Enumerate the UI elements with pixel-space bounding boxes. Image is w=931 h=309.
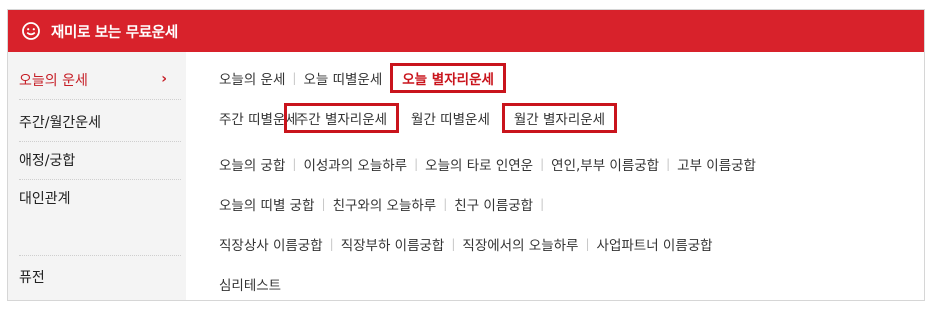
link-monthly-zodiac-animal[interactable]: 월간 띠별운세 (411, 108, 490, 128)
sidebar-item-label: 퓨전 (19, 269, 45, 286)
separator: | (585, 237, 590, 251)
link-workplace-today[interactable]: 직장에서의 오늘하루 (462, 234, 578, 254)
chevron-right-icon: › (161, 71, 167, 87)
separator: | (540, 157, 545, 171)
sidebar: 오늘의 운세 › 주간/월간운세 애정/궁합 대인관계 퓨전 (8, 52, 186, 300)
sidebar-item-label: 애정/궁합 (19, 152, 76, 169)
separator: | (666, 157, 671, 171)
sidebar-item-label: 대인관계 (19, 190, 71, 207)
smile-icon (21, 21, 41, 41)
link-boss-name-compat[interactable]: 직장상사 이름궁합 (219, 234, 323, 254)
link-monthly-horoscope[interactable]: 월간 별자리운세 (501, 103, 618, 133)
link-today-fortune[interactable]: 오늘의 운세 (219, 68, 285, 88)
separator: | (540, 197, 545, 211)
sidebar-item-relationships[interactable]: 대인관계 (19, 181, 173, 214)
menu-row: 주간 띠별운세 주간 별자리운세 월간 띠별운세 월간 별자리운세 (219, 103, 619, 133)
link-opposite-sex-today[interactable]: 이성과의 오늘하루 (303, 154, 407, 174)
link-today-compat[interactable]: 오늘의 궁합 (219, 154, 285, 174)
sidebar-item-fusion[interactable]: 퓨전 (19, 260, 173, 293)
separator: | (443, 197, 448, 211)
link-today-zodiac-animal[interactable]: 오늘 띠별운세 (303, 68, 382, 88)
link-business-partner-compat[interactable]: 사업파트너 이름궁합 (597, 234, 713, 254)
divider (19, 141, 181, 142)
fortune-menu-panel: 재미로 보는 무료운세 오늘의 운세 › 주간/월간운세 애정/궁합 대인관계 … (7, 9, 925, 301)
sidebar-item-today-fortune[interactable]: 오늘의 운세 › (19, 63, 173, 96)
menu-row: 오늘의 띠별 궁합 | 친구와의 오늘하루 | 친구 이름궁합 | (219, 192, 551, 216)
menu-row: 심리테스트 (219, 272, 281, 296)
sidebar-item-label: 주간/월간운세 (19, 114, 101, 131)
link-tarot-love[interactable]: 오늘의 타로 인연운 (425, 154, 533, 174)
header-title: 재미로 보는 무료운세 (51, 24, 178, 41)
separator: | (321, 197, 326, 211)
menu-row: 오늘의 운세 | 오늘 띠별운세 오늘 별자리운세 (219, 63, 508, 93)
separator: | (292, 71, 297, 85)
link-in-law-name-compat[interactable]: 고부 이름궁합 (677, 154, 756, 174)
menu-row: 직장상사 이름궁합 | 직장부하 이름궁합 | 직장에서의 오늘하루 | 사업파… (219, 232, 713, 256)
sidebar-item-label: 오늘의 운세 (19, 72, 88, 89)
separator: | (451, 237, 456, 251)
link-weekly-horoscope[interactable]: 주간 별자리운세 (283, 103, 400, 133)
link-psych-test[interactable]: 심리테스트 (219, 274, 281, 294)
divider (19, 255, 181, 256)
link-couple-name-compat[interactable]: 연인,부부 이름궁합 (551, 154, 659, 174)
link-zodiac-compat[interactable]: 오늘의 띠별 궁합 (219, 194, 315, 214)
link-friend-today[interactable]: 친구와의 오늘하루 (333, 194, 437, 214)
link-today-horoscope[interactable]: 오늘 별자리운세 (390, 63, 506, 93)
link-subordinate-name-compat[interactable]: 직장부하 이름궁합 (341, 234, 445, 254)
separator: | (414, 157, 419, 171)
link-friend-name-compat[interactable]: 친구 이름궁합 (454, 194, 533, 214)
separator: | (329, 237, 334, 251)
menu-row: 오늘의 궁합 | 이성과의 오늘하루 | 오늘의 타로 인연운 | 연인,부부 … (219, 152, 756, 176)
sidebar-item-love-compat[interactable]: 애정/궁합 (19, 143, 173, 176)
separator: | (292, 157, 297, 171)
divider (19, 99, 181, 100)
sidebar-item-weekly-monthly[interactable]: 주간/월간운세 (19, 105, 173, 138)
menu-content: 오늘의 운세 | 오늘 띠별운세 오늘 별자리운세 주간 띠별운세 주간 별자리… (186, 52, 924, 300)
menu-header: 재미로 보는 무료운세 (8, 10, 924, 52)
divider (19, 179, 181, 180)
